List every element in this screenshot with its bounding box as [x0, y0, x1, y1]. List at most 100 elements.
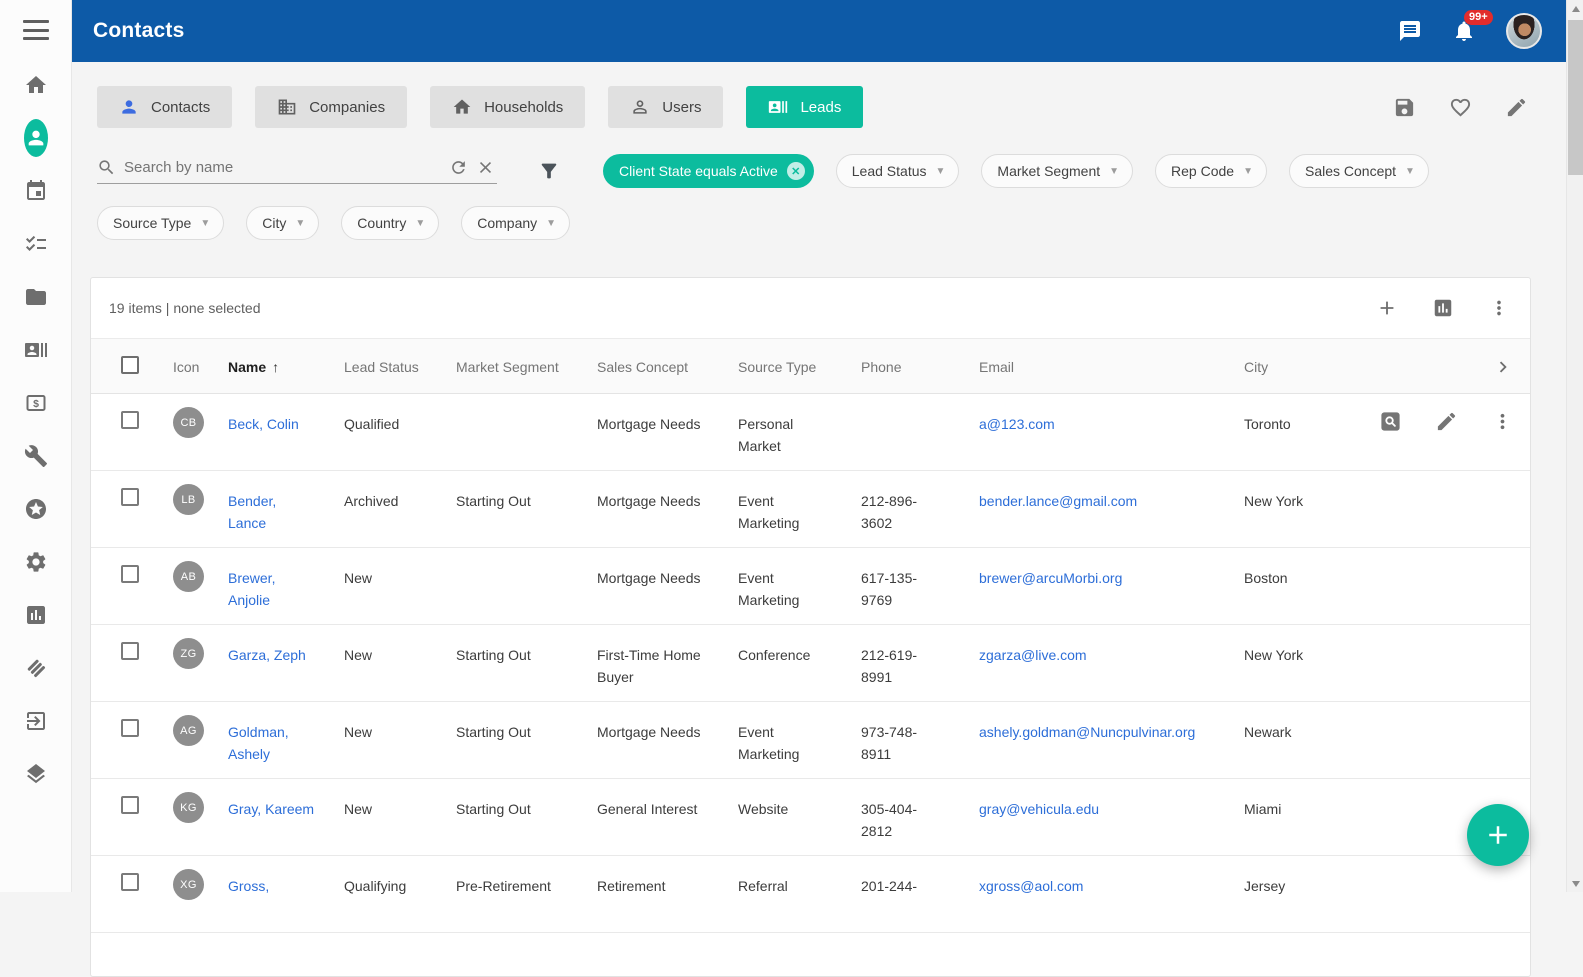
filter-chip-rep-code[interactable]: Rep Code▼: [1155, 154, 1267, 188]
cell-city: Miami: [1244, 779, 1361, 855]
sidebar-item-calendar[interactable]: [24, 179, 48, 203]
column-header-city[interactable]: City: [1244, 339, 1361, 393]
table-row[interactable]: AG Goldman, Ashely New Starting Out Mort…: [91, 702, 1530, 779]
chart-view-button[interactable]: [1432, 297, 1454, 319]
table-row[interactable]: KG Gray, Kareem New Starting Out General…: [91, 779, 1530, 856]
row-checkbox[interactable]: [121, 565, 139, 583]
tab-companies[interactable]: Companies: [255, 86, 407, 128]
column-header-name[interactable]: Name↑: [228, 339, 344, 393]
more-options-button[interactable]: [1488, 297, 1510, 319]
sidebar-item-folder[interactable]: [24, 285, 48, 309]
select-all-checkbox[interactable]: [121, 356, 139, 374]
sidebar-item-settings[interactable]: [24, 550, 48, 574]
table-row[interactable]: LB Bender, Lance Archived Starting Out M…: [91, 471, 1530, 548]
sidebar-item-star[interactable]: [24, 497, 48, 521]
sidebar-item-exit[interactable]: [24, 709, 48, 733]
filter-chip-city[interactable]: City▼: [246, 206, 319, 240]
scroll-up-arrow[interactable]: [1567, 0, 1583, 17]
table-row[interactable]: CB Beck, Colin Qualified Mortgage Needs …: [91, 394, 1530, 471]
sidebar-item-stack[interactable]: [24, 656, 48, 680]
row-checkbox[interactable]: [121, 873, 139, 891]
notification-badge: 99+: [1464, 10, 1493, 25]
filter-chip-company[interactable]: Company▼: [461, 206, 570, 240]
scroll-down-arrow[interactable]: [1567, 875, 1583, 892]
filter-chip-market-segment[interactable]: Market Segment▼: [981, 154, 1133, 188]
row-checkbox[interactable]: [121, 642, 139, 660]
row-checkbox[interactable]: [121, 796, 139, 814]
clear-search-button[interactable]: [476, 158, 495, 177]
column-header-market-segment[interactable]: Market Segment: [456, 339, 597, 393]
person-outline-icon: [630, 97, 650, 117]
more-vert-icon[interactable]: [1491, 410, 1514, 433]
preview-icon[interactable]: [1379, 410, 1402, 433]
chat-button[interactable]: [1398, 19, 1422, 43]
filter-chip-sales-concept[interactable]: Sales Concept▼: [1289, 154, 1429, 188]
filter-chip-lead-status[interactable]: Lead Status▼: [836, 154, 960, 188]
notifications-button[interactable]: 99+: [1452, 19, 1476, 43]
tab-households[interactable]: Households: [430, 86, 585, 128]
table-header-row: Icon Name↑ Lead Status Market Segment Sa…: [91, 338, 1530, 394]
contact-email-link[interactable]: ashely.goldman@Nuncpulvinar.org: [979, 724, 1195, 740]
column-header-source-type[interactable]: Source Type: [738, 339, 861, 393]
row-checkbox[interactable]: [121, 488, 139, 506]
contact-name-link[interactable]: Garza, Zeph: [228, 647, 306, 663]
contact-email-link[interactable]: a@123.com: [979, 416, 1055, 432]
filter-chip-country[interactable]: Country▼: [341, 206, 439, 240]
menu-icon[interactable]: [23, 20, 49, 40]
column-header-sales-concept[interactable]: Sales Concept: [597, 339, 738, 393]
contact-name-link[interactable]: Beck, Colin: [228, 416, 299, 432]
person-icon: [25, 127, 47, 149]
scrollbar[interactable]: [1566, 0, 1583, 892]
contact-name-link[interactable]: Goldman, Ashely: [228, 724, 289, 762]
add-item-button[interactable]: [1376, 297, 1398, 319]
column-header-phone[interactable]: Phone: [861, 339, 979, 393]
contact-email-link[interactable]: brewer@arcuMorbi.org: [979, 570, 1122, 586]
row-checkbox[interactable]: [121, 411, 139, 429]
pencil-icon[interactable]: [1435, 410, 1458, 433]
tab-contacts[interactable]: Contacts: [97, 86, 232, 128]
filter-button[interactable]: [538, 160, 560, 182]
row-checkbox[interactable]: [121, 719, 139, 737]
chip-label: Company: [477, 215, 537, 231]
add-contact-fab[interactable]: [1467, 804, 1529, 866]
contact-name-link[interactable]: Bender, Lance: [228, 493, 276, 531]
table-row[interactable]: XG Gross, Qualifying Pre-Retirement Reti…: [91, 856, 1530, 933]
sidebar-item-contact-card[interactable]: [24, 338, 48, 362]
column-header-icon[interactable]: Icon: [173, 339, 228, 393]
favorite-view-button[interactable]: [1449, 96, 1472, 119]
sidebar-item-contacts[interactable]: [24, 126, 48, 150]
chevron-right-icon[interactable]: [1492, 356, 1514, 378]
sidebar-item-home[interactable]: [24, 73, 48, 97]
sidebar-item-checklist[interactable]: [24, 232, 48, 256]
user-avatar[interactable]: [1506, 13, 1542, 49]
chevron-down-icon: ▼: [200, 218, 210, 229]
table-row[interactable]: ZG Garza, Zeph New Starting Out First-Ti…: [91, 625, 1530, 702]
remove-filter-icon[interactable]: ✕: [787, 162, 805, 180]
tab-leads[interactable]: Leads: [746, 86, 863, 128]
results-card: 19 items | none selected Icon Name↑ Lead…: [90, 277, 1531, 977]
contact-email-link[interactable]: gray@vehicula.edu: [979, 801, 1099, 817]
edit-view-button[interactable]: [1505, 96, 1528, 119]
contact-name-link[interactable]: Brewer, Anjolie: [228, 570, 275, 608]
contact-initials-avatar: ZG: [173, 638, 204, 669]
column-header-lead-status[interactable]: Lead Status: [344, 339, 456, 393]
refresh-button[interactable]: [449, 158, 468, 177]
sidebar-item-chart[interactable]: [24, 603, 48, 627]
save-view-button[interactable]: [1393, 96, 1416, 119]
applied-filter-chip[interactable]: Client State equals Active ✕: [603, 154, 814, 188]
sidebar-item-dollar[interactable]: $: [24, 391, 48, 415]
table-row[interactable]: AB Brewer, Anjolie New Mortgage Needs Ev…: [91, 548, 1530, 625]
scrollbar-thumb[interactable]: [1568, 20, 1583, 175]
cell-source-type: Event Marketing: [738, 702, 861, 778]
cell-lead-status: Qualifying: [344, 856, 456, 932]
contact-email-link[interactable]: bender.lance@gmail.com: [979, 493, 1137, 509]
filter-chip-source-type[interactable]: Source Type▼: [97, 206, 224, 240]
contact-name-link[interactable]: Gray, Kareem: [228, 801, 314, 817]
search-input[interactable]: [124, 159, 441, 176]
sidebar-item-layers[interactable]: [24, 762, 48, 786]
contact-email-link[interactable]: zgarza@live.com: [979, 647, 1087, 663]
sidebar-item-wrench[interactable]: [24, 444, 48, 468]
column-header-email[interactable]: Email: [979, 339, 1244, 393]
tab-users[interactable]: Users: [608, 86, 723, 128]
layers-icon: [24, 762, 48, 786]
